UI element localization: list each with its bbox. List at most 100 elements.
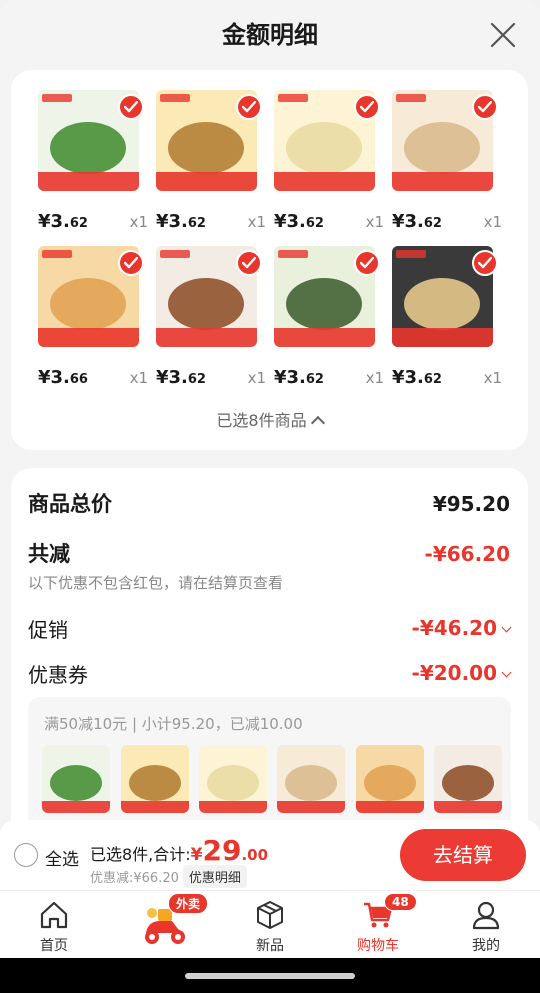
product-price: ¥3.62	[392, 367, 442, 388]
product-price: ¥3.62	[156, 211, 206, 232]
takeout-badge: 外卖	[168, 893, 209, 914]
product-item[interactable]: ¥3.62 x1	[274, 90, 384, 240]
coupon-product-thumbnail	[356, 745, 424, 813]
coupon-detail-box: 满50减10元 | 小计95.20，已减10.00	[28, 697, 511, 820]
amount-detail-sheet: 金额明细 ¥3.62 x1 ¥3.62 x1 ¥3.62 x1 ¥3.62 x1 ¥3.66 x1…	[0, 0, 540, 820]
product-price-main: ¥3.	[38, 367, 70, 388]
product-price-decimal: 62	[187, 216, 206, 231]
tab-cart[interactable]: 48 购物车	[324, 891, 432, 959]
product-price-decimal: 62	[423, 372, 442, 387]
selected-check-icon[interactable]	[354, 250, 380, 276]
selected-items-toggle[interactable]: 已选8件商品	[11, 407, 528, 431]
total-reduce-label: 共减	[28, 542, 70, 566]
product-price-main: ¥3.	[38, 211, 70, 232]
product-item[interactable]: ¥3.62 x1	[156, 246, 266, 396]
coupon-row[interactable]: -¥20.00	[411, 661, 512, 685]
tab-home-label: 首页	[40, 938, 68, 954]
select-all-radio[interactable]	[14, 843, 38, 867]
product-price: ¥3.62	[38, 211, 88, 232]
product-price-decimal: 62	[305, 372, 324, 387]
product-qty: x1	[247, 369, 266, 387]
coupon-label: 优惠券	[28, 663, 88, 687]
cart-badge: 48	[384, 893, 417, 911]
promo-row[interactable]: -¥46.20	[411, 616, 512, 640]
selected-check-icon[interactable]	[472, 250, 498, 276]
checkout-bar: 全选 已选8件,合计:¥29.00 优惠减:¥66.20 优惠明细 去结算	[0, 820, 540, 890]
coupon-product-thumbnail	[277, 745, 345, 813]
promo-value: -¥46.20	[411, 616, 497, 640]
product-item[interactable]: ¥3.62 x1	[392, 90, 502, 240]
product-qty: x1	[247, 213, 266, 231]
chevron-down-icon	[501, 622, 512, 633]
product-price-decimal: 62	[423, 216, 442, 231]
products-card: ¥3.62 x1 ¥3.62 x1 ¥3.62 x1 ¥3.62 x1 ¥3.66 x1 ¥3.62…	[11, 70, 528, 450]
promo-label: 促销	[28, 618, 68, 642]
product-price-main: ¥3.	[274, 367, 306, 388]
product-price-decimal: 66	[69, 372, 88, 387]
tab-home[interactable]: 首页	[0, 891, 108, 959]
product-price-main: ¥3.	[392, 367, 424, 388]
product-price: ¥3.62	[274, 211, 324, 232]
home-indicator[interactable]	[185, 973, 355, 979]
discount-note: 以下优惠不包含红包，请在结算页查看	[28, 574, 284, 592]
product-qty: x1	[129, 213, 148, 231]
product-price: ¥3.62	[392, 211, 442, 232]
coupon-detail-text: 满50减10元 | 小计95.20，已减10.00	[44, 715, 303, 733]
product-price-main: ¥3.	[392, 211, 424, 232]
checkout-button[interactable]: 去结算	[400, 829, 526, 881]
sheet-header: 金额明细	[0, 0, 540, 70]
product-item[interactable]: ¥3.62 x1	[156, 90, 266, 240]
coupon-product-thumbnail	[199, 745, 267, 813]
selected-check-icon[interactable]	[236, 250, 262, 276]
selected-check-icon[interactable]	[118, 94, 144, 120]
product-qty: x1	[483, 369, 502, 387]
selected-check-icon[interactable]	[118, 250, 144, 276]
tab-new[interactable]: 新品	[216, 891, 324, 959]
coupon-product-thumbnail	[42, 745, 110, 813]
home-icon	[40, 901, 68, 929]
product-price: ¥3.62	[156, 367, 206, 388]
coupon-product-thumbnail	[434, 745, 502, 813]
total-line: 已选8件,合计:¥29.00	[90, 834, 268, 867]
total-price-label: 商品总价	[28, 492, 112, 516]
tab-cart-label: 购物车	[357, 938, 399, 954]
discount-line: 优惠减:¥66.20 优惠明细	[90, 865, 247, 888]
summary-card: 商品总价 ¥95.20 共减 -¥66.20 以下优惠不包含红包，请在结算页查看…	[11, 468, 528, 820]
total-reduce-value: -¥66.20	[424, 542, 510, 566]
selected-items-label: 已选8件商品	[216, 411, 307, 430]
total-currency: ¥	[190, 845, 203, 865]
product-price-main: ¥3.	[156, 367, 188, 388]
product-item[interactable]: ¥3.62 x1	[392, 246, 502, 396]
product-item[interactable]: ¥3.66 x1	[38, 246, 148, 396]
discount-amount: 优惠减:¥66.20	[90, 871, 179, 886]
coupon-value: -¥20.00	[411, 661, 497, 685]
product-qty: x1	[483, 213, 502, 231]
tab-mine[interactable]: 我的	[432, 891, 540, 959]
select-all-label[interactable]: 全选	[45, 845, 79, 870]
tab-new-label: 新品	[256, 938, 284, 954]
total-prefix: 已选8件,合计:	[90, 845, 191, 864]
product-item[interactable]: ¥3.62 x1	[274, 246, 384, 396]
selected-check-icon[interactable]	[236, 94, 262, 120]
total-decimal: .00	[241, 846, 269, 864]
product-item[interactable]: ¥3.62 x1	[38, 90, 148, 240]
product-qty: x1	[365, 369, 384, 387]
close-icon[interactable]	[488, 20, 518, 50]
chevron-up-icon	[310, 415, 325, 431]
product-price: ¥3.62	[274, 367, 324, 388]
coupon-product-thumbnail	[121, 745, 189, 813]
tab-takeout[interactable]: 外卖	[108, 891, 216, 959]
discount-detail-button[interactable]: 优惠明细	[182, 865, 247, 888]
selected-check-icon[interactable]	[354, 94, 380, 120]
tab-bar: 首页 外卖 新品 48 购物车 我的	[0, 890, 540, 958]
total-price-value: ¥95.20	[432, 492, 510, 516]
box-icon	[257, 901, 283, 929]
product-qty: x1	[129, 369, 148, 387]
selected-check-icon[interactable]	[472, 94, 498, 120]
product-price-decimal: 62	[187, 372, 206, 387]
chevron-down-icon	[501, 667, 512, 678]
total-amount: 29	[202, 834, 242, 867]
product-price-decimal: 62	[305, 216, 324, 231]
tab-mine-label: 我的	[472, 938, 500, 954]
product-qty: x1	[365, 213, 384, 231]
